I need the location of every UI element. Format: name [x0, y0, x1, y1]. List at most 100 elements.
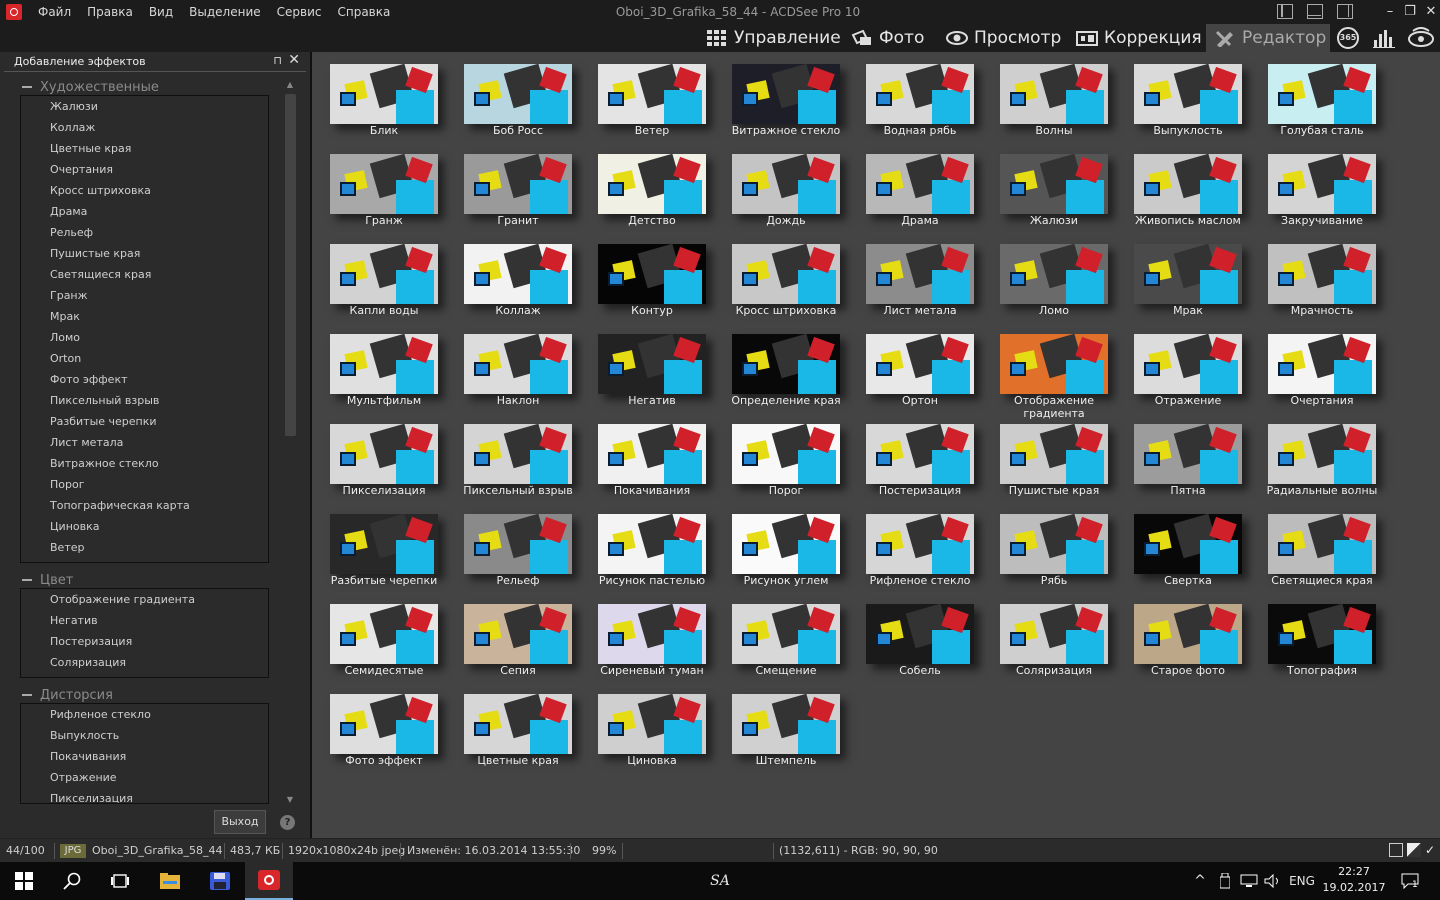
effect-tile[interactable]: Детство	[598, 154, 706, 244]
effect-tile[interactable]: Свертка	[1134, 514, 1242, 604]
effect-tile[interactable]: Смещение	[732, 604, 840, 694]
effect-tile[interactable]: Драма	[866, 154, 974, 244]
effect-tile[interactable]: Рябь	[1000, 514, 1108, 604]
scroll-down-icon[interactable]: ▼	[283, 795, 297, 805]
effect-tile[interactable]: Топография	[1268, 604, 1376, 694]
menu-view[interactable]: Вид	[141, 5, 181, 19]
notification-icon[interactable]: 1	[1398, 862, 1422, 900]
effect-tile[interactable]: Светящиеся края	[1268, 514, 1376, 604]
mode-tab-view[interactable]: Просмотр	[938, 24, 1069, 52]
effect-tile[interactable]: Отображение градиента	[1000, 334, 1108, 424]
close-button[interactable]: ✕	[1420, 2, 1440, 22]
acdsee-taskbar-icon[interactable]	[245, 862, 293, 900]
acdsee-365-icon[interactable]: 365	[1337, 27, 1359, 49]
effect-tile[interactable]: Сиреневый туман	[598, 604, 706, 694]
effect-list-item[interactable]: Светящиеся края	[21, 264, 268, 285]
effect-tile[interactable]: Пятна	[1134, 424, 1242, 514]
acdsee-app-icon[interactable]	[6, 4, 22, 20]
menu-tools[interactable]: Сервис	[269, 5, 330, 19]
compare-icon[interactable]	[1407, 843, 1421, 857]
effect-tile[interactable]: Контур	[598, 244, 706, 334]
effect-tile[interactable]: Рифленое стекло	[866, 514, 974, 604]
effect-tile[interactable]: Гранж	[330, 154, 438, 244]
effect-tile[interactable]: Боб Росс	[464, 64, 572, 154]
help-icon[interactable]: ?	[280, 815, 295, 830]
effect-tile[interactable]: Водная рябь	[866, 64, 974, 154]
effect-list-item[interactable]: Пикселизация	[21, 788, 268, 803]
effect-list-item[interactable]: Orton	[21, 348, 268, 369]
effect-tile[interactable]: Постеризация	[866, 424, 974, 514]
exit-button[interactable]: Выход	[214, 810, 266, 834]
effect-tile[interactable]: Сепия	[464, 604, 572, 694]
scroll-up-icon[interactable]: ▲	[283, 80, 297, 90]
effect-list-item[interactable]: Выпуклость	[21, 725, 268, 746]
dashboard-icon[interactable]	[1373, 28, 1397, 51]
effect-list-item[interactable]: Ветер	[21, 537, 268, 558]
effect-list-item[interactable]: Рельеф	[21, 222, 268, 243]
effect-tile[interactable]: Отражение	[1134, 334, 1242, 424]
effect-list-item[interactable]: Цветные края	[21, 138, 268, 159]
effect-tile[interactable]: Ветер	[598, 64, 706, 154]
effect-list-item[interactable]: Рифленое стекло	[21, 704, 268, 725]
effect-tile[interactable]: Определение края	[731, 334, 841, 424]
effect-list-item[interactable]: Гранж	[21, 285, 268, 306]
effect-tile[interactable]: Закручивание	[1268, 154, 1376, 244]
effect-tile[interactable]: Кросс штриховка	[732, 244, 840, 334]
effect-tile[interactable]: Порог	[732, 424, 840, 514]
effect-tile[interactable]: Мрачность	[1268, 244, 1376, 334]
effect-list-item[interactable]: Отражение	[21, 767, 268, 788]
windows-start-icon[interactable]	[0, 862, 48, 900]
effect-tile[interactable]: Выпуклость	[1134, 64, 1242, 154]
effect-list-item[interactable]: Разбитые черепки	[21, 411, 268, 432]
section-header-artistic[interactable]: Художественные	[22, 77, 159, 97]
mode-tab-manage[interactable]: Управление	[698, 24, 849, 52]
effect-list-item[interactable]: Коллаж	[21, 117, 268, 138]
effect-tile[interactable]: Покачивания	[598, 424, 706, 514]
effect-tile[interactable]: Капли воды	[330, 244, 438, 334]
effect-tile[interactable]: Наклон	[464, 334, 572, 424]
checkmark-icon[interactable]: ✓	[1425, 843, 1439, 857]
effect-tile[interactable]: Блик	[330, 64, 438, 154]
section-header-distortion[interactable]: Дисторсия	[22, 685, 113, 705]
effect-list-item[interactable]: Порог	[21, 474, 268, 495]
effect-list-item[interactable]: Ломо	[21, 327, 268, 348]
effect-tile[interactable]: Гранит	[464, 154, 572, 244]
mode-tab-develop[interactable]: Коррекция	[1068, 24, 1210, 52]
effect-tile[interactable]: Дождь	[732, 154, 840, 244]
effect-tile[interactable]: Фото эффект	[330, 694, 438, 784]
save-app-icon[interactable]	[196, 862, 244, 900]
effect-list-item[interactable]: Пушистые края	[21, 243, 268, 264]
menu-help[interactable]: Справка	[329, 5, 398, 19]
mode-tab-edit[interactable]: Редактор	[1206, 24, 1330, 52]
network-icon[interactable]	[1238, 862, 1260, 900]
effect-list-item[interactable]: Соляризация	[21, 652, 268, 673]
layout-left-icon[interactable]	[1277, 4, 1293, 19]
effect-tile[interactable]: Коллаж	[464, 244, 572, 334]
clock[interactable]: 22:27 19.02.2017	[1322, 864, 1386, 896]
show-hidden-icons[interactable]: ^	[1190, 862, 1210, 900]
effect-tile[interactable]: Очертания	[1268, 334, 1376, 424]
effect-tile[interactable]: Волны	[1000, 64, 1108, 154]
effect-tile[interactable]: Рисунок углем	[732, 514, 840, 604]
volume-icon[interactable]	[1262, 862, 1284, 900]
effect-list-item[interactable]: Кросс штриховка	[21, 180, 268, 201]
menu-select[interactable]: Выделение	[181, 5, 268, 19]
effect-tile[interactable]: Циновка	[598, 694, 706, 784]
effect-tile[interactable]: Жалюзи	[1000, 154, 1108, 244]
search-icon[interactable]	[48, 862, 96, 900]
effect-tile[interactable]: Пиксельный взрыв	[463, 424, 573, 514]
effect-list-item[interactable]: Лист метала	[21, 432, 268, 453]
layout-right-icon[interactable]	[1337, 4, 1353, 19]
effect-tile[interactable]: Цветные края	[464, 694, 572, 784]
effect-tile[interactable]: Рельеф	[464, 514, 572, 604]
effect-tile[interactable]: Штемпель	[732, 694, 840, 784]
file-explorer-icon[interactable]	[146, 862, 194, 900]
effect-list-item[interactable]: Жалюзи	[21, 96, 268, 117]
effect-list-item[interactable]: Топографическая карта	[21, 495, 268, 516]
close-panel-icon[interactable]: ✕	[288, 52, 300, 68]
effect-list-item[interactable]: Фото эффект	[21, 369, 268, 390]
effect-tile[interactable]: Ортон	[866, 334, 974, 424]
effect-list-item[interactable]: Покачивания	[21, 746, 268, 767]
effect-tile[interactable]: Мрак	[1134, 244, 1242, 334]
effect-tile[interactable]: Ломо	[1000, 244, 1108, 334]
